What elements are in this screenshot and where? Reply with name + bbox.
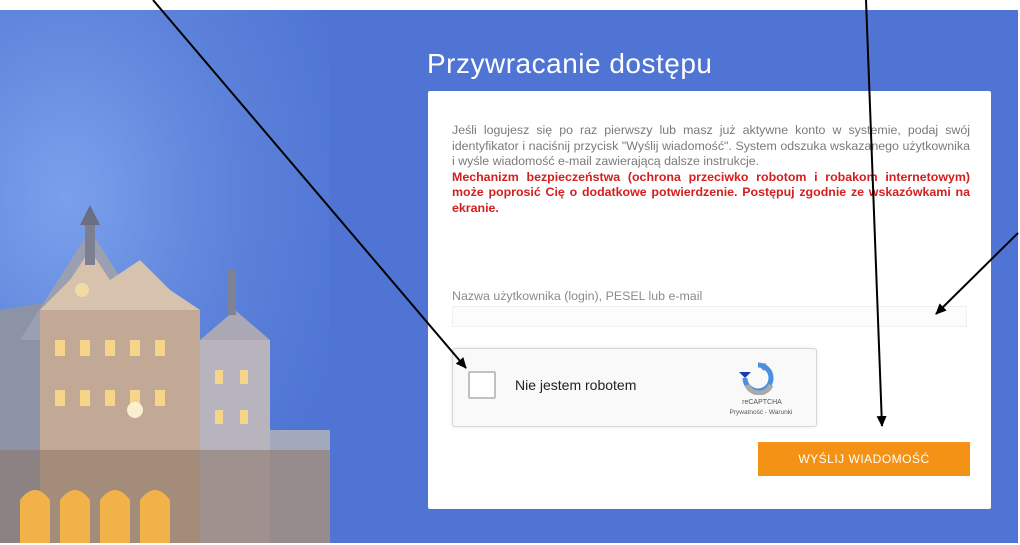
security-warning: Mechanizm bezpieczeństwa (ochrona przeci…	[452, 169, 970, 215]
send-message-button[interactable]: WYŚLIJ WIADOMOŚĆ	[758, 442, 970, 476]
recaptcha-widget: Nie jestem robotem reCAPTCHA Prywatność …	[452, 348, 817, 427]
recaptcha-checkbox[interactable]	[468, 371, 496, 399]
description: Jeśli logujesz się po raz pierwszy lub m…	[452, 123, 970, 216]
town-hall-image	[0, 205, 330, 543]
identifier-input[interactable]	[452, 306, 967, 327]
recaptcha-logo-icon	[739, 362, 774, 395]
recaptcha-label: Nie jestem robotem	[515, 377, 637, 393]
recaptcha-brand: reCAPTCHA	[742, 399, 782, 406]
identifier-label: Nazwa użytkownika (login), PESEL lub e-m…	[452, 289, 703, 303]
recovery-panel: Jeśli logujesz się po raz pierwszy lub m…	[428, 91, 991, 509]
page-title: Przywracanie dostępu	[427, 48, 713, 79]
recaptcha-links[interactable]: Prywatność - Warunki	[711, 409, 811, 416]
description-info: Jeśli logujesz się po raz pierwszy lub m…	[452, 123, 970, 168]
